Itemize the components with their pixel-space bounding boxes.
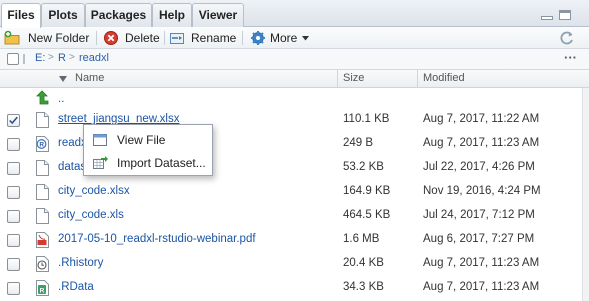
sort-desc-icon	[59, 76, 67, 82]
file-size: 20.4 KB	[343, 257, 384, 269]
file-list-header: Name Size Modified	[0, 70, 589, 88]
new-folder-label: New Folder	[28, 31, 90, 45]
more-label: More	[270, 31, 298, 45]
view-file-label: View File	[117, 133, 166, 147]
parent-directory-link[interactable]: ..	[58, 93, 64, 105]
breadcrumb-item-r[interactable]: R	[58, 52, 66, 64]
breadcrumb-separator: >	[48, 52, 54, 63]
file-checkbox[interactable]	[7, 210, 20, 223]
file-icon	[36, 208, 49, 224]
file-name-link[interactable]: 2017-05-10_readxl-rstudio-webinar.pdf	[58, 233, 256, 245]
column-header-size[interactable]: Size	[338, 70, 364, 88]
files-toolbar: New Folder Delete Rename More	[0, 27, 589, 49]
file-row[interactable]: 2017-05-10_readxl-rstudio-webinar.pdf 1.6…	[0, 228, 582, 252]
refresh-icon[interactable]	[559, 30, 575, 46]
file-row[interactable]: R .RData 34.3 KB Aug 7, 2017, 11:23 AM	[0, 276, 582, 300]
rename-button[interactable]: Rename	[169, 29, 237, 47]
vertical-scrollbar[interactable]	[582, 88, 589, 301]
breadcrumb-item-drive[interactable]: E:	[35, 52, 45, 64]
delete-button[interactable]: Delete	[103, 29, 163, 47]
file-icon	[36, 160, 49, 176]
file-size: 164.9 KB	[343, 185, 391, 197]
checkmark-icon	[9, 116, 18, 125]
file-row[interactable]: city_code.xlsx 164.9 KB Nov 19, 2016, 4:24…	[0, 180, 582, 204]
file-size: 53.2 KB	[343, 161, 384, 173]
view-file-menu-item[interactable]: View File	[84, 129, 212, 151]
svg-text:R: R	[39, 142, 44, 149]
new-folder-button[interactable]: New Folder	[4, 29, 90, 47]
column-header-modified[interactable]: Modified	[418, 70, 465, 88]
file-size: 110.1 KB	[343, 113, 390, 125]
toolbar-divider	[164, 31, 165, 45]
delete-icon	[104, 31, 118, 45]
file-checkbox[interactable]	[7, 186, 20, 199]
file-modified: Aug 7, 2017, 11:23 AM	[423, 257, 540, 269]
file-name-link[interactable]: city_code.xlsx	[58, 185, 130, 197]
delete-label: Delete	[125, 31, 160, 45]
file-name-link[interactable]: .Rhistory	[58, 257, 103, 269]
file-modified: Aug 7, 2017, 11:22 AM	[423, 113, 540, 125]
file-size: 249 B	[343, 137, 374, 149]
more-options-icon[interactable]: ···	[564, 50, 577, 65]
column-header-name[interactable]: Name	[70, 70, 104, 88]
tab-files[interactable]: Files	[1, 3, 41, 28]
tab-packages[interactable]: Packages	[85, 3, 152, 27]
file-checkbox[interactable]	[7, 234, 20, 247]
file-checkbox[interactable]	[7, 258, 20, 271]
file-modified: Aug 7, 2017, 11:23 AM	[423, 281, 540, 293]
file-modified: Nov 19, 2016, 4:24 PM	[423, 185, 541, 197]
file-icon	[36, 112, 49, 128]
file-icon	[36, 184, 49, 200]
pane-tab-bar: Files Plots Packages Help Viewer	[0, 0, 589, 28]
rename-icon	[170, 33, 184, 44]
file-modified: Jul 22, 2017, 4:26 PM	[423, 161, 535, 173]
import-dataset-label: Import Dataset...	[117, 156, 206, 170]
file-size: 464.5 KB	[343, 209, 391, 221]
file-row[interactable]: .Rhistory 20.4 KB Aug 7, 2017, 11:23 AM	[0, 252, 582, 276]
history-icon	[36, 256, 49, 272]
rdata-icon: R	[36, 280, 49, 296]
go-up-icon	[36, 90, 49, 105]
tab-viewer[interactable]: Viewer	[192, 3, 244, 27]
maximize-pane-icon[interactable]	[558, 9, 572, 21]
file-checkbox[interactable]	[7, 282, 20, 295]
breadcrumb-item-readxl[interactable]: readxl	[79, 52, 109, 64]
file-name-link[interactable]: city_code.xls	[58, 209, 124, 221]
file-modified: Jul 24, 2017, 7:12 PM	[423, 209, 535, 221]
rproj-icon: R	[36, 136, 49, 152]
gear-icon	[251, 31, 265, 45]
file-size: 1.6 MB	[343, 233, 380, 245]
select-all-checkbox[interactable]	[7, 53, 19, 65]
breadcrumb-separator: >	[69, 52, 75, 63]
file-checkbox[interactable]	[7, 162, 20, 175]
breadcrumb: E: > R > readxl ···	[0, 49, 589, 70]
toolbar-divider	[96, 31, 97, 45]
svg-text:R: R	[40, 288, 45, 295]
tab-plots[interactable]: Plots	[41, 3, 85, 27]
file-checkbox[interactable]	[7, 114, 20, 127]
file-size: 34.3 KB	[343, 281, 384, 293]
file-checkbox[interactable]	[7, 138, 20, 151]
view-file-icon	[93, 134, 107, 146]
pdf-icon	[36, 232, 49, 248]
import-dataset-icon	[93, 156, 108, 169]
tab-help[interactable]: Help	[152, 3, 192, 27]
import-dataset-menu-item[interactable]: Import Dataset...	[84, 152, 212, 174]
file-modified: Aug 6, 2017, 7:27 PM	[423, 233, 535, 245]
file-name-link[interactable]: .RData	[58, 281, 94, 293]
file-row[interactable]: city_code.xls 464.5 KB Jul 24, 2017, 7:12 …	[0, 204, 582, 228]
chevron-down-icon	[302, 36, 309, 41]
rename-label: Rename	[191, 31, 237, 45]
file-modified: Aug 7, 2017, 11:23 AM	[423, 137, 540, 149]
more-menu-button[interactable]: More	[250, 29, 310, 47]
context-menu: View File Import Dataset...	[83, 124, 213, 176]
folder-path-icon	[23, 54, 25, 64]
new-folder-icon	[4, 30, 20, 45]
minimize-pane-icon[interactable]	[540, 9, 554, 21]
toolbar-divider	[242, 31, 243, 45]
